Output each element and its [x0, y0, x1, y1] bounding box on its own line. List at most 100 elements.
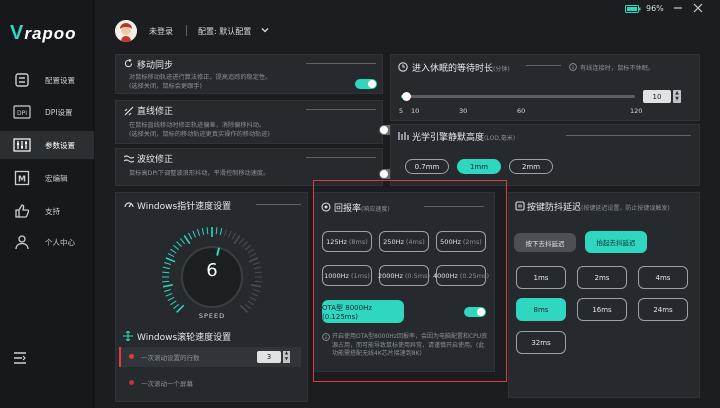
debounce-32ms[interactable]: 32ms	[516, 331, 566, 354]
sidebar-item-config[interactable]: 配置设置	[0, 66, 94, 94]
speed-value: 6	[206, 260, 218, 281]
dial-tick	[183, 234, 191, 245]
scroll-icon	[123, 330, 133, 343]
tick-label: 120	[630, 107, 643, 115]
collapse-menu-icon[interactable]	[13, 352, 29, 366]
sidebar-item-params[interactable]: 参数设置	[0, 131, 94, 159]
avatar[interactable]	[115, 20, 137, 42]
scroll-lines-field[interactable]: 3	[257, 351, 281, 363]
params-icon	[13, 136, 31, 154]
dial-tick	[192, 230, 197, 238]
debounce-2ms[interactable]: 2ms	[577, 266, 627, 289]
sleep-slider-track[interactable]	[401, 92, 635, 101]
debounce-8ms[interactable]: 8ms	[516, 298, 566, 321]
rapoo-logo: Vrapoo	[10, 22, 77, 44]
dial-tick	[162, 284, 173, 288]
dial-tick	[224, 229, 227, 236]
dial-tick	[253, 289, 260, 292]
motion-sync-toggle[interactable]	[355, 79, 377, 89]
debounce-1ms[interactable]: 1ms	[516, 266, 566, 289]
dial-tick	[164, 289, 171, 292]
config-icon	[13, 71, 31, 89]
dial-tick	[170, 300, 177, 306]
panel-deco-line	[256, 204, 301, 205]
dial-tick	[167, 296, 175, 302]
debounce-subtitle: (按键延迟设置，防止按键误触发)	[581, 205, 670, 212]
dial-tick	[162, 271, 170, 274]
dial-tick	[167, 252, 175, 258]
dial-tick	[251, 292, 259, 297]
dial-tick	[201, 227, 205, 235]
dial-tick	[173, 303, 180, 310]
battery-level: 96%	[646, 4, 664, 13]
panel-deco-line	[526, 65, 561, 66]
dial-tick	[251, 284, 262, 288]
sleep-value-field[interactable]: 10	[643, 90, 671, 103]
radio-dot[interactable]	[129, 354, 134, 359]
dial-tick	[244, 303, 251, 310]
sync-icon	[124, 58, 133, 70]
lod-option-0-7mm[interactable]: 0.7mm	[405, 159, 449, 174]
dial-tick	[165, 257, 176, 263]
lod-option-2mm[interactable]: 2mm	[509, 159, 553, 174]
chevron-down-icon[interactable]	[260, 25, 270, 35]
sleep-ticks: 5 10 30 60 120	[399, 107, 643, 117]
thumb-up-icon	[13, 202, 31, 220]
panel-deco-line	[566, 135, 691, 136]
scroll-lines-stepper[interactable]: ▲ ▼	[283, 351, 290, 363]
sidebar-item-profile[interactable]: 个人中心	[0, 228, 94, 256]
tab-release-debounce[interactable]: 抬起去抖延迟	[585, 231, 647, 253]
sleep-slider-thumb[interactable]	[401, 92, 411, 101]
dial-tick	[162, 280, 170, 283]
lod-title-text: 光学引擎静默高度	[412, 133, 485, 143]
macro-icon: M	[13, 169, 31, 187]
dial-tick	[162, 266, 170, 270]
sleep-stepper[interactable]: ▲ ▼	[673, 90, 681, 103]
line-fix-title: 直线修正	[137, 107, 174, 117]
login-status[interactable]: 未登录	[149, 26, 173, 37]
sleep-panel: 进入休眠的等待时长(分钟) 有线连接时，鼠标不休眠。 5 10 30 60 12…	[390, 54, 700, 121]
line-fix-desc: 在鼠标直线移动时修正轨迹偏差，消除偏移抖动。 (选择关闭，鼠标的移动轨迹更真实操…	[129, 121, 369, 139]
speed-label: SPEED	[198, 312, 226, 320]
tab-press-debounce[interactable]: 按下去抖延迟	[514, 233, 576, 252]
motion-sync-desc-line1: 对鼠标移动轨迹进行算法修正，提高追踪的稳定性。	[129, 74, 272, 81]
scroll-row1-label: 一次滚动设置的行数	[141, 354, 200, 362]
dial-tick	[227, 230, 232, 238]
scroll-speed-section: Windows滚轮速度设置 一次滚动设置的行数 3 ▲ ▼ 一次滚动一个屏幕	[119, 330, 305, 400]
tick-label: 60	[517, 107, 526, 115]
dial-tick	[164, 262, 171, 265]
debounce-24ms[interactable]: 24ms	[638, 298, 688, 321]
lod-unit: (LOD,毫米)	[484, 135, 516, 142]
wave-icon	[123, 154, 135, 166]
dial-tick	[249, 296, 257, 302]
lod-option-1mm[interactable]: 1mm	[457, 159, 501, 174]
clock-icon	[398, 62, 408, 74]
dial-tick	[254, 280, 262, 283]
lod-panel: 光学引擎静默高度(LOD,毫米) 0.7mm 1mm 2mm	[390, 124, 700, 186]
current-config[interactable]: 配置: 默认配置	[198, 26, 251, 37]
svg-text:DPI: DPI	[17, 110, 27, 117]
dial-tick	[253, 262, 260, 265]
dial-tick	[176, 304, 185, 313]
dial-tick	[215, 227, 218, 235]
info-icon	[569, 63, 577, 73]
sidebar-item-dpi[interactable]: DPI DPI设置	[0, 98, 94, 126]
dial-tick	[242, 241, 248, 247]
sidebar-item-macro[interactable]: M 宏编辑	[0, 164, 94, 192]
dial-tick	[173, 244, 180, 251]
sidebar: Vrapoo 配置设置 DPI DPI设置 参数设置 M 宏编辑 支持 个人中心	[0, 0, 94, 408]
line-fix-panel: 直线修正 在鼠标直线移动时修正轨迹偏差，消除偏移抖动。 (选择关闭，鼠标的移动轨…	[115, 100, 401, 144]
radio-dot[interactable]	[129, 380, 134, 385]
motion-sync-title: 移动同步	[137, 61, 174, 71]
debounce-title: 按键防抖延迟(按键延迟设置，防止按键误触发)	[527, 200, 670, 213]
minimize-icon[interactable]	[673, 3, 685, 15]
dial-tick	[247, 300, 254, 306]
dial-tick	[254, 271, 262, 274]
sidebar-item-support[interactable]: 支持	[0, 197, 94, 225]
close-icon[interactable]	[693, 3, 705, 15]
debounce-16ms[interactable]: 16ms	[577, 298, 627, 321]
sleep-unit: (分钟)	[493, 66, 510, 73]
dial-tick	[244, 244, 251, 251]
dial-tick	[176, 241, 182, 247]
debounce-4ms[interactable]: 4ms	[638, 266, 688, 289]
